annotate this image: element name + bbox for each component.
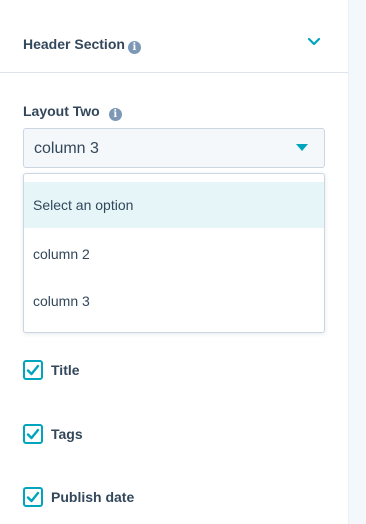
- header-section-title: Header Section i: [23, 36, 141, 54]
- dropdown-option-select-an-option[interactable]: Select an option: [24, 182, 324, 228]
- chevron-down-icon[interactable]: [307, 37, 321, 47]
- settings-panel: Header Section i Layout Two i column 3 Sel…: [0, 0, 348, 524]
- checkmark-icon: [26, 428, 40, 440]
- info-icon[interactable]: i: [127, 41, 141, 54]
- checkmark-icon: [26, 491, 40, 503]
- header-section-label: Header Section: [23, 36, 125, 52]
- tags-checkbox-label: Tags: [51, 426, 83, 442]
- checkmark-icon: [26, 364, 40, 376]
- layout-dropdown-menu: Select an option column 2 column 3: [23, 173, 325, 333]
- title-checkbox[interactable]: [23, 360, 43, 380]
- layout-select-value: column 3: [34, 140, 99, 157]
- dropdown-option-column-2[interactable]: column 2: [24, 231, 324, 277]
- caret-down-icon: [296, 144, 308, 151]
- publish-date-checkbox-label: Publish date: [51, 489, 135, 505]
- header-section-toggle[interactable]: Header Section i: [0, 0, 348, 73]
- publish-date-checkbox[interactable]: [23, 487, 43, 507]
- tags-checkbox[interactable]: [23, 424, 43, 444]
- layout-select[interactable]: column 3: [23, 128, 325, 168]
- info-icon[interactable]: i: [108, 108, 122, 121]
- preview-edge: [348, 0, 366, 524]
- layout-label-text: Layout Two: [23, 103, 100, 119]
- title-checkbox-label: Title: [51, 362, 80, 378]
- layout-field-label: Layout Two i: [23, 103, 122, 121]
- dropdown-option-column-3[interactable]: column 3: [24, 278, 324, 324]
